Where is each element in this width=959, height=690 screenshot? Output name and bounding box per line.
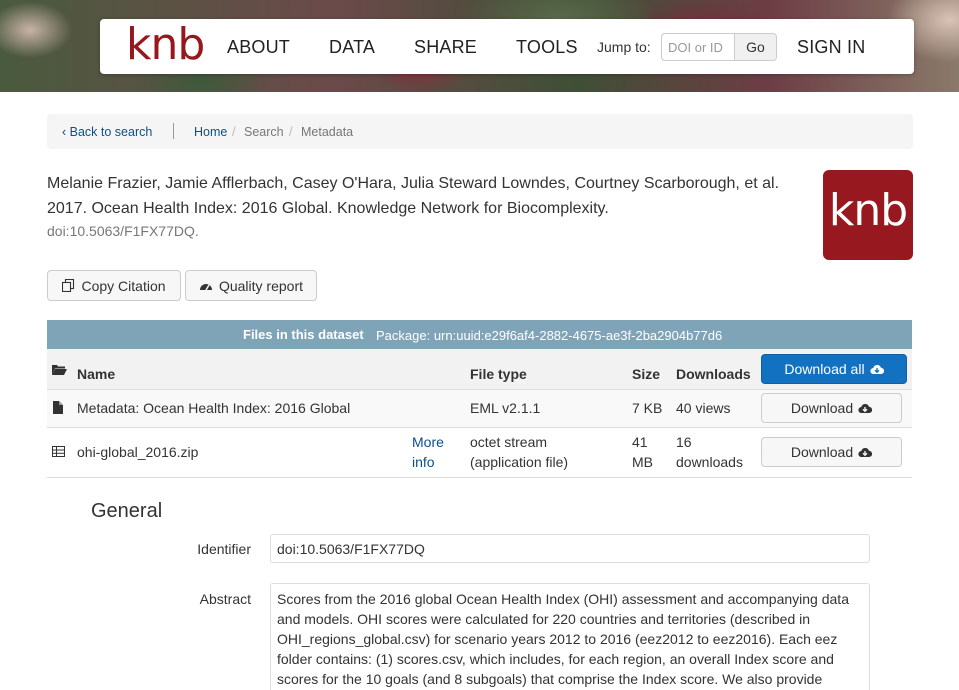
file-size-line2: MB: [632, 454, 653, 470]
abstract-label: Abstract: [199, 591, 251, 607]
abstract-field[interactable]: Scores from the 2016 global Ocean Health…: [270, 583, 870, 690]
go-button[interactable]: Go: [734, 33, 777, 61]
file-type: octet stream (application file): [470, 432, 568, 472]
download-label: Download: [790, 400, 854, 416]
nav-data[interactable]: DATA: [329, 37, 375, 58]
cloud-download-icon: [870, 364, 884, 375]
file-downloads: 16 downloads: [676, 432, 743, 472]
package-id: Package: urn:uuid:e29f6af4-2882-4675-ae3…: [376, 328, 723, 343]
file-name[interactable]: ohi-global_2016.zip: [77, 442, 198, 462]
file-type-line1: octet stream: [470, 434, 548, 450]
folder-open-icon: [52, 364, 67, 376]
quality-report-button[interactable]: Quality report: [185, 270, 317, 301]
table-icon: [52, 446, 65, 457]
more-info-line1: More: [412, 434, 444, 450]
general-heading: General: [91, 500, 163, 522]
nav-about[interactable]: ABOUT: [227, 37, 290, 58]
file-name[interactable]: Metadata: Ocean Health Index: 2016 Globa…: [77, 398, 350, 418]
more-info-link[interactable]: More info: [412, 432, 444, 472]
column-size[interactable]: Size: [632, 364, 660, 384]
file-downloads-line2: downloads: [676, 454, 743, 470]
more-info-line2: info: [412, 454, 435, 470]
column-downloads[interactable]: Downloads: [676, 364, 751, 384]
breadcrumb-home[interactable]: Home: [194, 125, 227, 139]
repository-logo: knb: [823, 170, 913, 260]
chevron-left-icon: ‹: [62, 125, 70, 139]
cloud-download-icon: [858, 403, 873, 414]
table-header: Name File type Size Downloads Download a…: [47, 349, 912, 390]
jump-to-input[interactable]: [661, 33, 734, 61]
file-type-line2: (application file): [470, 454, 569, 470]
citation-text: Melanie Frazier, Jamie Afflerbach, Casey…: [47, 175, 780, 217]
dashboard-icon: [199, 280, 213, 292]
copy-icon: [62, 279, 75, 292]
copy-citation-button[interactable]: Copy Citation: [47, 270, 181, 301]
download-label: Download: [790, 444, 854, 460]
file-text-icon: [53, 401, 63, 414]
back-to-search-label: Back to search: [69, 125, 153, 139]
copy-citation-label: Copy Citation: [81, 277, 166, 294]
file-size: 7 KB: [632, 400, 663, 416]
column-file-type[interactable]: File type: [470, 364, 527, 384]
breadcrumb-slash: /: [232, 125, 236, 139]
sign-in-link[interactable]: SIGN IN: [797, 37, 865, 58]
breadcrumb-divider: [173, 123, 174, 139]
breadcrumb: ‹ Back to search Home / Search / Metadat…: [47, 114, 913, 149]
breadcrumb-metadata: Metadata: [301, 125, 354, 139]
cloud-download-icon: [858, 447, 873, 458]
file-size: 41 MB: [632, 432, 653, 472]
file-downloads-line1: 16: [676, 434, 692, 450]
breadcrumb-search: Search: [244, 125, 284, 139]
knb-logo[interactable]: knb: [126, 23, 205, 67]
download-button[interactable]: Download: [761, 437, 902, 467]
nav-tools[interactable]: TOOLS: [516, 37, 578, 58]
files-title: Files in this dataset: [243, 327, 364, 342]
table-row: ohi-global_2016.zip More info octet stre…: [47, 428, 912, 478]
breadcrumb-slash: /: [289, 125, 293, 139]
download-button[interactable]: Download: [761, 393, 902, 423]
jump-to-label: Jump to:: [597, 39, 651, 55]
download-all-label: Download all: [784, 361, 865, 377]
identifier-field[interactable]: doi:10.5063/F1FX77DQ: [270, 534, 870, 563]
file-downloads: 40 views: [676, 400, 731, 416]
download-all-button[interactable]: Download all: [761, 354, 907, 384]
file-type: EML v2.1.1: [470, 400, 541, 416]
quality-report-label: Quality report: [218, 277, 304, 294]
identifier-label: Identifier: [197, 541, 251, 557]
table-row: Metadata: Ocean Health Index: 2016 Globa…: [47, 390, 912, 428]
column-name[interactable]: Name: [77, 364, 115, 384]
file-size-line1: 41: [632, 434, 648, 450]
back-to-search-link[interactable]: ‹ Back to search: [62, 125, 152, 139]
files-header: Files in this dataset Package: urn:uuid:…: [47, 320, 912, 349]
navbar: knb ABOUT DATA SHARE TOOLS Jump to: Go S…: [100, 19, 914, 74]
citation-doi[interactable]: doi:10.5063/F1FX77DQ.: [47, 223, 199, 239]
nav-share[interactable]: SHARE: [414, 37, 477, 58]
